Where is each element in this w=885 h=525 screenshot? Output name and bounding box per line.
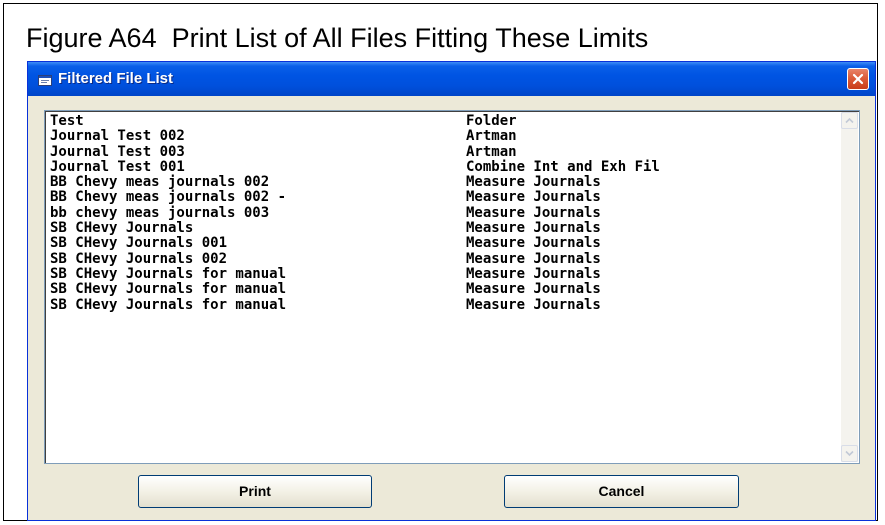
folder-name: Artman xyxy=(466,143,517,160)
file-name: SB CHevy Journals for manual xyxy=(50,281,287,298)
list-item[interactable]: SB CHevy Journals Measure Journals xyxy=(50,221,835,236)
filtered-file-list-dialog: Filtered File List Test Folder Journal Tes… xyxy=(27,61,876,521)
close-button[interactable] xyxy=(847,68,869,90)
folder-name: Measure Journals xyxy=(466,265,601,282)
file-name: SB CHevy Journals 002 xyxy=(50,250,228,267)
file-name: Test xyxy=(50,114,84,129)
folder-name: Measure Journals xyxy=(466,296,601,313)
file-name: Journal Test 003 xyxy=(50,143,185,160)
list-item[interactable]: SB CHevy Journals 001 Measure Journals xyxy=(50,236,835,251)
scroll-up-button[interactable] xyxy=(841,112,858,129)
folder-name: Measure Journals xyxy=(466,235,601,252)
window-title: Filtered File List xyxy=(58,70,174,87)
list-item[interactable]: bb chevy meas journals 003 Measure Journa… xyxy=(50,204,835,221)
folder-name: Measure Journals xyxy=(466,281,601,298)
folder-name: Measure Journals xyxy=(466,174,601,191)
file-name: SB CHevy Journals for manual xyxy=(50,265,287,282)
file-list-box[interactable]: Test Folder Journal Test 002 Artman Journal … xyxy=(44,110,860,464)
list-item[interactable]: BB Chevy meas journals 002 - Measure Jour… xyxy=(50,190,835,205)
list-item[interactable]: SB CHevy Journals for manual Measure Jour… xyxy=(50,282,835,297)
list-item[interactable]: SB CHevy Journals for manual Measure Jour… xyxy=(50,265,835,282)
close-icon xyxy=(852,73,864,85)
list-item[interactable]: SB CHevy Journals for manual Measure Jour… xyxy=(50,296,835,313)
file-name: SB CHevy Journals xyxy=(50,220,194,237)
scroll-down-button[interactable] xyxy=(841,445,858,462)
print-button[interactable]: Print xyxy=(138,475,372,508)
figure-frame: Figure A64 Print List of All Files Fitti… xyxy=(3,3,878,521)
folder-name: Measure Journals xyxy=(466,250,601,267)
file-name: Journal Test 001 xyxy=(50,158,185,175)
list-item[interactable]: BB Chevy meas journals 002 Measure Journa… xyxy=(50,175,835,190)
figure-caption: Figure A64 Print List of All Files Fitti… xyxy=(26,23,649,53)
folder-name: Measure Journals xyxy=(466,204,601,221)
file-name: bb chevy meas journals 003 xyxy=(50,204,270,221)
folder-name: Measure Journals xyxy=(466,189,601,206)
folder-name: Measure Journals xyxy=(466,220,601,237)
title-bar[interactable]: Filtered File List xyxy=(28,62,875,96)
cancel-button[interactable]: Cancel xyxy=(504,475,739,508)
file-name: SB CHevy Journals 001 xyxy=(50,235,228,252)
list-item[interactable]: Test Folder xyxy=(50,114,835,129)
list-item[interactable]: SB CHevy Journals 002 Measure Journals xyxy=(50,250,835,267)
list-item[interactable]: Journal Test 001 Combine Int and Exh Fil xyxy=(50,158,835,175)
file-name: SB CHevy Journals for manual xyxy=(50,296,287,313)
chevron-down-icon xyxy=(845,450,854,457)
list-item[interactable]: Journal Test 002 Artman xyxy=(50,129,835,144)
folder-name: Artman xyxy=(466,128,517,145)
list-item[interactable]: Journal Test 003 Artman xyxy=(50,143,835,160)
folder-name: Folder xyxy=(466,114,517,129)
file-name: Journal Test 002 xyxy=(50,128,185,145)
folder-name: Combine Int and Exh Fil xyxy=(466,158,660,175)
chevron-up-icon xyxy=(845,117,854,124)
file-list: Test Folder Journal Test 002 Artman Journal … xyxy=(50,114,835,462)
window-app-icon xyxy=(38,73,52,86)
file-name: BB Chevy meas journals 002 xyxy=(50,174,270,191)
vertical-scrollbar[interactable] xyxy=(841,112,858,462)
file-name: BB Chevy meas journals 002 - xyxy=(50,189,287,206)
